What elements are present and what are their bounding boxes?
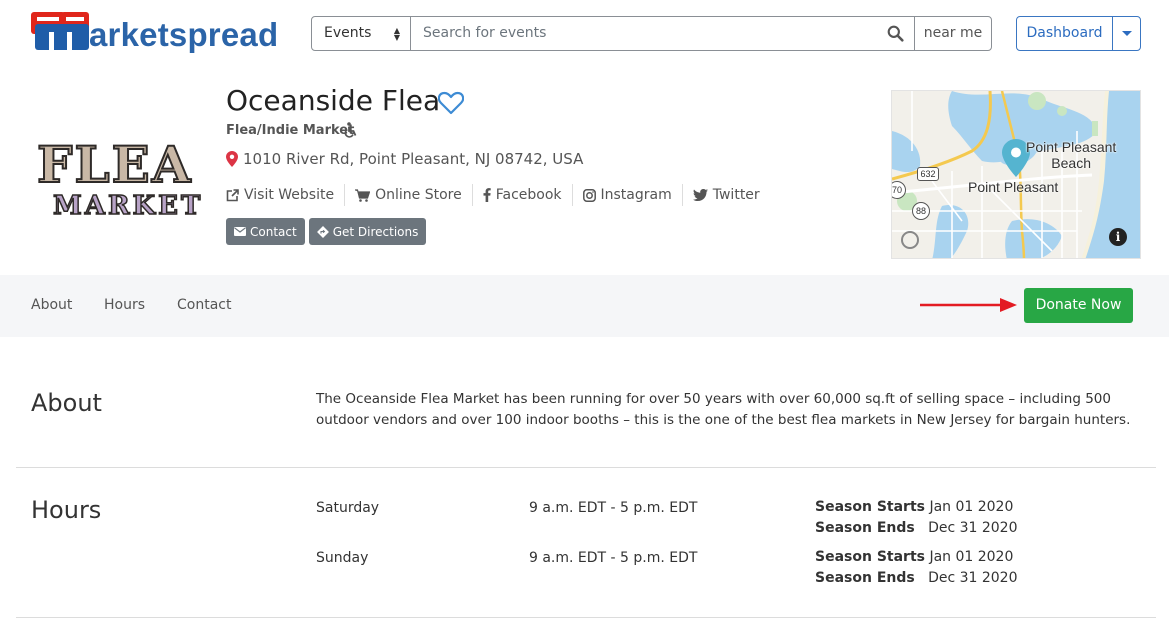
route-632-shield: 632 — [917, 167, 939, 181]
season-info: Season Starts Jan 01 2020 Season Ends De… — [815, 497, 1018, 539]
instagram-link[interactable]: Instagram — [571, 184, 682, 206]
logo-mark-icon — [31, 12, 89, 50]
market-title: Oceanside Flea — [226, 84, 441, 117]
directions-icon — [316, 225, 329, 238]
svg-text:FLEA: FLEA — [37, 135, 193, 194]
season-starts-label: Season Starts — [815, 549, 925, 565]
near-me-input[interactable]: near me — [914, 17, 991, 50]
hours-time: 9 a.m. EDT - 5 p.m. EDT — [529, 500, 698, 516]
season-ends-label: Season Ends — [815, 520, 915, 536]
search-type-select[interactable]: Events ▲ ▼ — [312, 17, 411, 50]
marketspread-logo[interactable]: arketspread — [31, 12, 279, 56]
nav-about[interactable]: About — [31, 297, 72, 313]
nav-hours[interactable]: Hours — [104, 297, 145, 313]
visit-website-link[interactable]: Visit Website — [226, 184, 344, 206]
twitter-link[interactable]: Twitter — [681, 184, 770, 206]
facebook-icon — [483, 188, 491, 202]
wheelchair-icon — [344, 122, 357, 138]
dashboard-dropdown-toggle[interactable] — [1113, 17, 1140, 50]
market-logo-image: FLEA MARKET — [33, 124, 207, 222]
get-directions-button[interactable]: Get Directions — [308, 218, 427, 245]
facebook-label: Facebook — [495, 187, 562, 203]
market-category: Flea/Indie Market — [226, 123, 355, 138]
about-heading: About — [31, 389, 102, 417]
shopping-cart-icon — [355, 188, 371, 202]
logo-text: arketspread — [89, 16, 279, 53]
hours-time: 9 a.m. EDT - 5 p.m. EDT — [529, 550, 698, 566]
season-starts-label: Season Starts — [815, 499, 925, 515]
donate-now-button[interactable]: Donate Now — [1024, 288, 1133, 323]
instagram-icon — [582, 188, 596, 202]
flea-market-logo-icon: FLEA MARKET — [36, 134, 203, 222]
search-bar: Events ▲ ▼ Search for events near me — [311, 16, 992, 51]
season-ends-value: Dec 31 2020 — [928, 520, 1018, 536]
instagram-label: Instagram — [600, 187, 672, 203]
online-store-label: Online Store — [375, 187, 462, 203]
map-attribution-icon[interactable] — [901, 231, 919, 249]
hours-heading: Hours — [31, 496, 102, 524]
address-text: 1010 River Rd, Point Pleasant, NJ 08742,… — [243, 150, 584, 168]
contact-button-label: Contact — [250, 224, 297, 239]
visit-website-label: Visit Website — [244, 187, 335, 203]
dashboard-button-group: Dashboard — [1016, 16, 1141, 51]
map-info-icon[interactable]: i — [1109, 228, 1127, 246]
nav-contact[interactable]: Contact — [177, 297, 231, 313]
social-links: Visit Website Online Store Facebook Inst… — [226, 184, 770, 206]
online-store-link[interactable]: Online Store — [344, 184, 472, 206]
divider — [16, 467, 1156, 468]
season-ends-value: Dec 31 2020 — [928, 570, 1018, 586]
action-buttons: Contact Get Directions — [226, 218, 427, 245]
chevron-down-icon — [1122, 31, 1132, 36]
search-input[interactable]: Search for events — [411, 17, 914, 50]
contact-button[interactable]: Contact — [226, 218, 305, 245]
location-map[interactable]: 632 70 88 Point Pleasant Beach Point Ple… — [891, 90, 1141, 259]
divider — [16, 617, 1156, 618]
about-text: The Oceanside Flea Market has been runni… — [316, 391, 1131, 428]
twitter-icon — [692, 189, 708, 201]
map-label-beach: Point Pleasant Beach — [1026, 139, 1117, 171]
red-arrow-annotation — [920, 298, 1017, 312]
map-marker-icon — [226, 151, 238, 167]
hours-day: Saturday — [316, 500, 380, 516]
search-type-value: Events — [324, 25, 372, 41]
season-ends-label: Season Ends — [815, 570, 915, 586]
envelope-icon — [234, 227, 246, 236]
select-arrows-icon: ▲ ▼ — [393, 26, 400, 42]
search-icon[interactable] — [887, 25, 904, 42]
hours-day: Sunday — [316, 550, 369, 566]
get-directions-label: Get Directions — [332, 224, 419, 239]
twitter-label: Twitter — [712, 187, 760, 203]
season-starts-value: Jan 01 2020 — [929, 499, 1014, 515]
dashboard-button[interactable]: Dashboard — [1017, 17, 1113, 50]
route-88-shield: 88 — [912, 202, 930, 220]
season-info: Season Starts Jan 01 2020 Season Ends De… — [815, 547, 1018, 589]
map-label-town: Point Pleasant — [968, 179, 1059, 195]
facebook-link[interactable]: Facebook — [471, 184, 572, 206]
season-starts-value: Jan 01 2020 — [929, 549, 1014, 565]
search-placeholder: Search for events — [423, 25, 547, 41]
external-link-icon — [226, 188, 239, 201]
svg-text:MARKET: MARKET — [53, 191, 203, 221]
market-address: 1010 River Rd, Point Pleasant, NJ 08742,… — [226, 150, 583, 168]
heart-icon[interactable] — [438, 91, 464, 115]
